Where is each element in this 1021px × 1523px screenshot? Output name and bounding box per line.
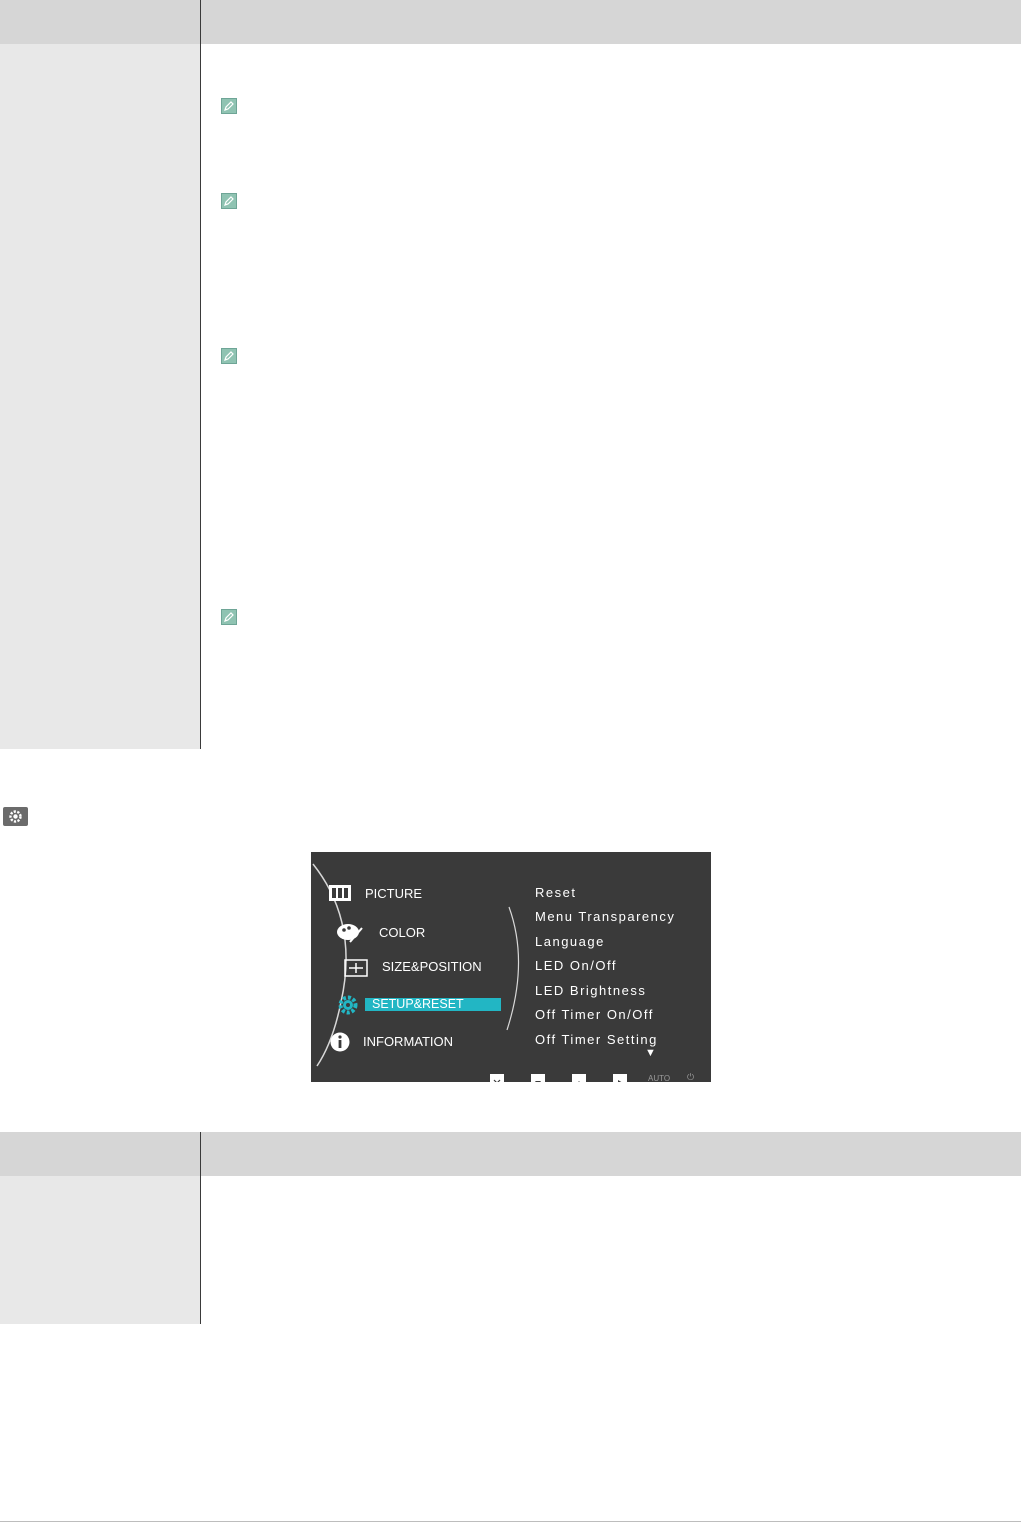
menu-item-information[interactable]: INFORMATION: [363, 1034, 453, 1049]
close-button-icon[interactable]: [490, 1074, 504, 1082]
table-row: [0, 712, 1021, 749]
settings-table-top: [0, 0, 1021, 749]
menu-item-color[interactable]: COLOR: [379, 925, 425, 940]
osd-menu-screenshot: PICTURE COLOR SIZE&POSITION SETUP&RESET …: [311, 852, 711, 1082]
setup-gear-icon: [338, 995, 358, 1015]
auto-button-label[interactable]: AUTO: [648, 1074, 670, 1082]
scroll-down-indicator: ▼: [645, 1047, 656, 1059]
submenu-item-language[interactable]: Language: [535, 934, 605, 949]
size-position-icon: [344, 959, 368, 977]
row-label: [0, 675, 200, 712]
row-label: [0, 44, 200, 139]
row-description: [199, 675, 1021, 712]
menu-item-size-position[interactable]: SIZE&POSITION: [382, 959, 482, 974]
row-label: [0, 1176, 200, 1250]
row-label: [0, 712, 200, 749]
table-row: [0, 139, 1021, 234]
table-header-description: [199, 0, 1021, 44]
submenu-item-off-timer-setting[interactable]: Off Timer Setting: [535, 1032, 658, 1047]
settings-table-bottom: [0, 1132, 1021, 1324]
row-description: [199, 1250, 1021, 1324]
menu-item-setup-reset[interactable]: SETUP&RESET: [372, 997, 464, 1011]
row-description: [199, 234, 1021, 675]
table-row: [0, 44, 1021, 139]
row-description: [199, 1176, 1021, 1250]
table-header-menu: [0, 1132, 200, 1176]
table-row: [0, 1250, 1021, 1324]
row-label: [0, 1250, 200, 1324]
table-header-description: [199, 1132, 1021, 1176]
table-row: [0, 675, 1021, 712]
note-icon: [220, 609, 237, 625]
row-label: [0, 139, 200, 234]
color-palette-icon: [337, 924, 363, 943]
submenu-item-led-brightness[interactable]: LED Brightness: [535, 983, 646, 998]
table-header-menu: [0, 0, 200, 44]
setup-section-gear-icon: [3, 807, 28, 826]
table-row: [0, 1176, 1021, 1250]
row-description: [199, 712, 1021, 749]
note-icon: [220, 193, 237, 209]
row-description: [199, 139, 1021, 234]
information-icon: [330, 1032, 350, 1052]
page-footer-divider: [0, 1521, 1021, 1522]
enter-button-icon[interactable]: [613, 1074, 627, 1082]
note-icon: [220, 98, 237, 114]
submenu-item-menu-transparency[interactable]: Menu Transparency: [535, 909, 675, 924]
power-button-icon[interactable]: ⏻: [687, 1072, 694, 1082]
submenu-item-led-on-off[interactable]: LED On/Off: [535, 958, 617, 973]
down-button-icon[interactable]: [531, 1074, 545, 1082]
row-label: [0, 234, 200, 675]
menu-item-picture[interactable]: PICTURE: [365, 886, 422, 901]
note-icon: [220, 348, 237, 364]
table-row: [0, 234, 1021, 675]
submenu-item-reset[interactable]: Reset: [535, 885, 576, 900]
up-button-icon[interactable]: [572, 1074, 586, 1082]
row-description: [199, 44, 1021, 139]
picture-icon: [329, 885, 351, 901]
submenu-item-off-timer-on-off[interactable]: Off Timer On/Off: [535, 1007, 654, 1022]
